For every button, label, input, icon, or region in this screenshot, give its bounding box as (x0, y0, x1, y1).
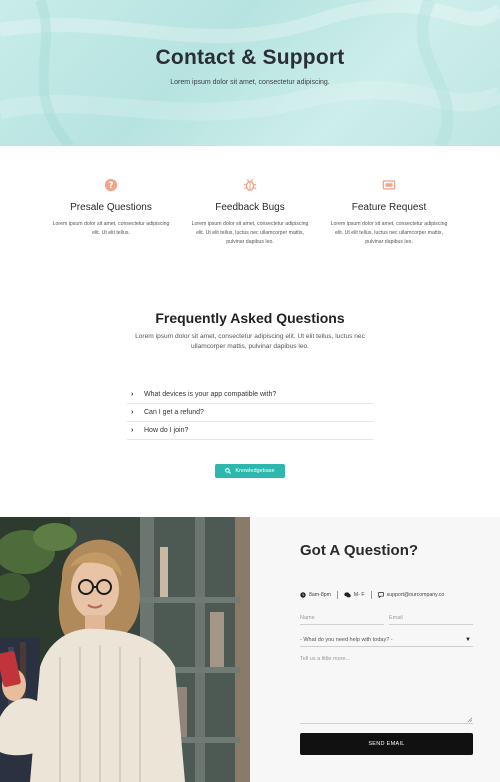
contact-title: Got A Question? (300, 542, 419, 559)
feature-title: Presale Questions (70, 202, 152, 213)
chat-icon (344, 592, 351, 598)
question-circle-icon: ? (104, 178, 118, 192)
support-features: ? Presale Questions Lorem ipsum dolor si… (48, 178, 452, 247)
faq-item[interactable]: › What devices is your app compatible wi… (127, 386, 373, 404)
email-field[interactable]: Email (389, 612, 473, 625)
chevron-right-icon: › (131, 391, 134, 398)
select-value: - What do you need help with today? - (300, 636, 393, 643)
chevron-right-icon: › (131, 409, 134, 416)
knowledgebase-label: Knowledgebase (235, 468, 275, 474)
ticket-icon (382, 180, 396, 190)
hours-info: 8am-8pm (300, 592, 331, 598)
feature-bugs: Feedback Bugs Lorem ipsum dolor sit amet… (187, 178, 313, 247)
clock-icon (300, 592, 306, 598)
faq-item[interactable]: › How do I join? (127, 422, 373, 440)
days-text: M- F (353, 592, 365, 598)
faq-question: How do I join? (144, 427, 189, 434)
divider (370, 591, 372, 599)
faq-subtitle: Lorem ipsum dolor sit amet, consectetur … (135, 333, 365, 350)
faq-question: Can I get a refund? (144, 409, 204, 416)
support-email[interactable]: support@ourcompany.co (387, 592, 445, 598)
email-info[interactable]: support@ourcompany.co (377, 592, 445, 598)
email-placeholder: Email (389, 615, 403, 621)
hero-subtitle: Lorem ipsum dolor sit amet, consectetur … (170, 79, 330, 86)
help-topic-select[interactable]: - What do you need help with today? - ▼ (300, 633, 473, 647)
page-title: Contact & Support (155, 46, 345, 69)
divider (336, 591, 338, 599)
hours-text: 8am-8pm (309, 592, 331, 598)
resize-grip-icon[interactable] (467, 717, 472, 722)
speech-bubble-icon (377, 592, 384, 598)
feature-request: Feature Request Lorem ipsum dolor sit am… (326, 178, 452, 247)
feature-text: Lorem ipsum dolor sit amet, consectetur … (191, 221, 309, 245)
name-placeholder: Name (300, 615, 315, 621)
chevron-right-icon: › (131, 427, 134, 434)
bug-icon (243, 179, 257, 191)
woman-with-phone-image (0, 517, 250, 782)
faq-title: Frequently Asked Questions (155, 310, 345, 326)
faq-question: What devices is your app compatible with… (144, 391, 277, 398)
contact-info-row: 8am-8pm M- F support@ourcompany.co (300, 591, 473, 599)
svg-text:?: ? (108, 181, 113, 191)
message-textarea[interactable]: Tell us a little more... (300, 656, 473, 724)
knowledgebase-button[interactable]: Knowledgebase (215, 464, 285, 478)
days-info: M- F (344, 592, 365, 598)
feature-text: Lorem ipsum dolor sit amet, consectetur … (330, 221, 448, 245)
hero-texture (0, 0, 500, 146)
support-photo (0, 517, 250, 782)
feature-text: Lorem ipsum dolor sit amet, consectetur … (52, 221, 170, 236)
feature-title: Feedback Bugs (215, 202, 285, 213)
search-icon (225, 468, 232, 474)
feature-title: Feature Request (351, 202, 427, 213)
faq-accordion: › What devices is your app compatible wi… (127, 386, 373, 440)
name-field[interactable]: Name (300, 612, 384, 625)
message-placeholder: Tell us a little more... (300, 656, 351, 662)
feature-presale: ? Presale Questions Lorem ipsum dolor si… (48, 178, 174, 247)
faq-item[interactable]: › Can I get a refund? (127, 404, 373, 422)
send-email-button[interactable]: SEND EMAIL (300, 733, 473, 755)
hero-banner: Contact & Support Lorem ipsum dolor sit … (0, 0, 500, 146)
caret-down-icon: ▼ (465, 636, 471, 643)
